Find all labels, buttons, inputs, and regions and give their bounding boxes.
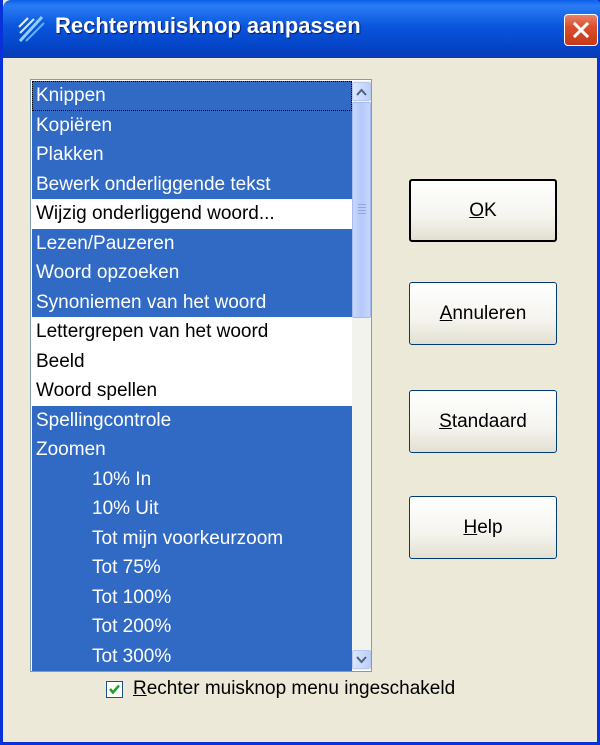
vertical-scrollbar[interactable] [352, 81, 371, 670]
list-item[interactable]: Lezen/Pauzeren [32, 229, 352, 259]
list-item[interactable]: Tot 300% [32, 642, 352, 672]
listbox-items: Knippen Kopiëren Plakken Bewerk onderliggen… [32, 81, 352, 671]
ok-button[interactable]: OK [409, 179, 557, 242]
default-label: Standaard [439, 411, 527, 433]
list-item[interactable]: Spellingcontrole [32, 406, 352, 436]
enable-context-menu-checkbox[interactable] [106, 681, 123, 698]
list-item[interactable]: Bewerk onderliggende tekst [32, 170, 352, 200]
close-button[interactable] [564, 14, 598, 46]
app-icon [16, 13, 48, 45]
cancel-button[interactable]: Annuleren [409, 282, 557, 345]
scroll-up-button[interactable] [352, 82, 371, 101]
list-item[interactable]: Woord spellen [32, 376, 352, 406]
list-item[interactable]: Woord opzoeken [32, 258, 352, 288]
help-button[interactable]: Help [409, 496, 557, 559]
menu-items-listbox[interactable]: Knippen Kopiëren Plakken Bewerk onderliggen… [30, 79, 372, 672]
enable-context-menu-row[interactable]: Rechter muisknop menu ingeschakeld [106, 676, 455, 702]
list-item[interactable]: Tot 200% [32, 612, 352, 642]
enable-context-menu-label[interactable]: Rechter muisknop menu ingeschakeld [133, 678, 455, 700]
scroll-down-icon [356, 656, 367, 664]
help-label: Help [463, 517, 502, 539]
scroll-up-icon [356, 88, 367, 96]
list-item[interactable]: Lettergrepen van het woord [32, 317, 352, 347]
list-item[interactable]: Synoniemen van het woord [32, 288, 352, 318]
list-item[interactable]: Tot 100% [32, 583, 352, 613]
ok-label: OK [469, 200, 496, 222]
list-item[interactable]: Beeld [32, 347, 352, 377]
scroll-down-button[interactable] [352, 650, 371, 669]
scroll-thumb[interactable] [352, 102, 371, 318]
dialog-window: Rechtermuisknop aanpassen Knippen Kopiëre… [0, 0, 600, 745]
close-icon [572, 21, 590, 39]
list-item[interactable]: Tot mijn voorkeurzoom [32, 524, 352, 554]
list-item[interactable]: Tot 75% [32, 553, 352, 583]
list-item[interactable]: Knippen [32, 81, 352, 111]
cancel-label: Annuleren [440, 303, 527, 325]
default-button[interactable]: Standaard [409, 390, 557, 453]
list-item[interactable]: Zoomen [32, 435, 352, 465]
checkmark-icon [108, 683, 121, 696]
title-bar[interactable]: Rechtermuisknop aanpassen [3, 0, 600, 58]
list-item[interactable]: 10% Uit [32, 494, 352, 524]
list-item[interactable]: Wijzig onderliggend woord... [32, 199, 352, 229]
list-item[interactable]: Kopiëren [32, 111, 352, 141]
list-item[interactable]: 10% In [32, 465, 352, 495]
window-title: Rechtermuisknop aanpassen [55, 13, 361, 39]
list-item[interactable]: Plakken [32, 140, 352, 170]
